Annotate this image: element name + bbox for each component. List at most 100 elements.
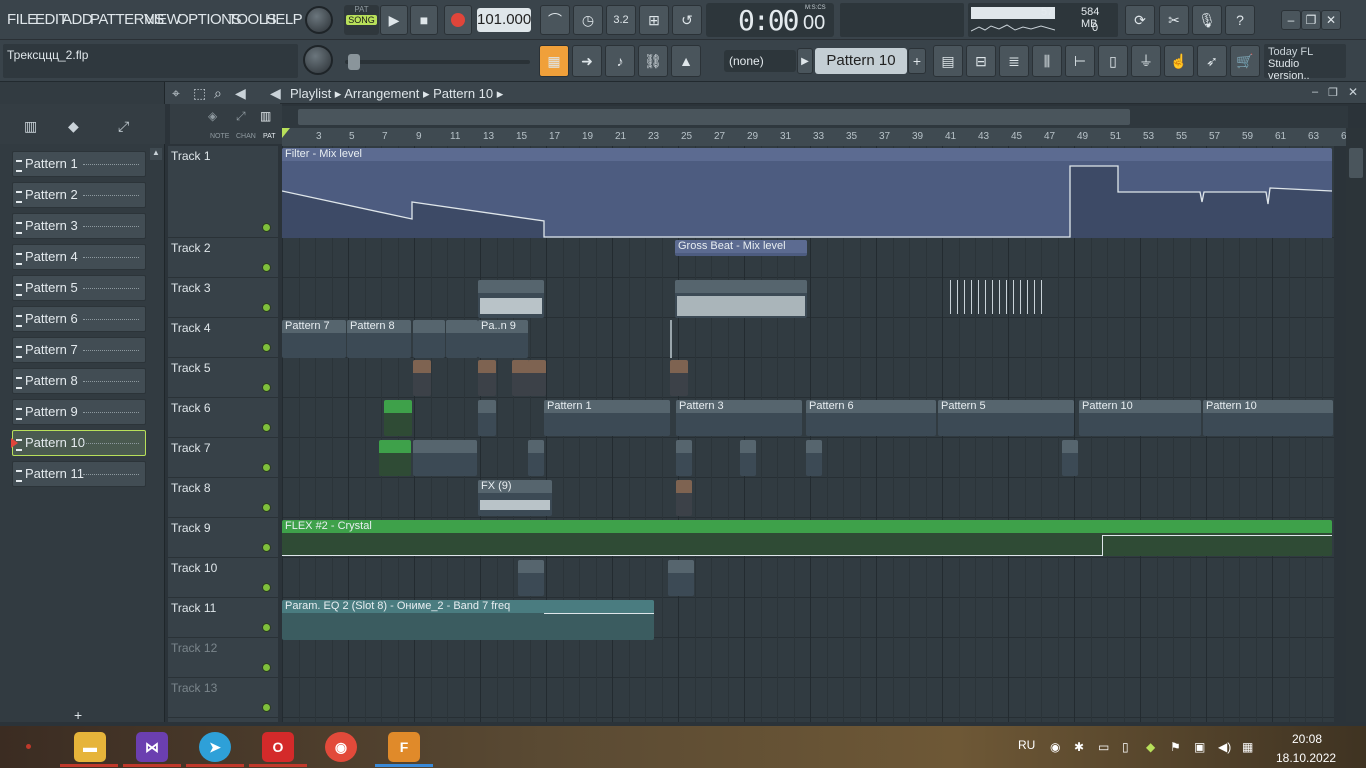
pattern-clip[interactable]: [413, 440, 477, 476]
automation-icon[interactable]: ⤢: [118, 118, 129, 135]
track-mute-led[interactable]: [262, 423, 271, 432]
clock-date[interactable]: 18.10.2022: [1276, 751, 1336, 765]
pattern-clip[interactable]: [740, 440, 756, 476]
playhead-marker-icon[interactable]: [282, 128, 290, 138]
pattern-clip[interactable]: [1062, 440, 1078, 476]
track-mute-led[interactable]: [262, 543, 271, 552]
track-header[interactable]: Track 9: [168, 518, 278, 558]
pattern-10-clip[interactable]: Pattern 10: [1203, 400, 1333, 436]
pl-restore-icon[interactable]: ❐: [1328, 86, 1338, 99]
pattern-item-10[interactable]: Pattern 10: [12, 430, 146, 456]
tree-icon[interactable]: ⊢: [1065, 45, 1095, 77]
arrow-icon[interactable]: ➜: [572, 45, 602, 77]
link-icon[interactable]: ⛓: [638, 45, 668, 77]
picker-scroll-up[interactable]: ▲: [150, 148, 162, 160]
track-mute-led[interactable]: [262, 383, 271, 392]
channel-select[interactable]: (none): [724, 50, 796, 72]
sample-clip[interactable]: [528, 360, 546, 396]
opera-icon[interactable]: O: [262, 732, 294, 762]
pattern-clip[interactable]: [478, 400, 496, 436]
pattern-9-clip[interactable]: Pa..n 9: [478, 320, 528, 358]
language-indicator[interactable]: RU: [1018, 738, 1035, 752]
green-auto-clip[interactable]: [379, 440, 411, 476]
track-lane[interactable]: [282, 638, 1334, 678]
gross-beat-clip[interactable]: Gross Beat - Mix level: [675, 240, 807, 256]
flex-automation-clip[interactable]: FLEX #2 - Crystal: [282, 520, 1332, 556]
help-icon[interactable]: ?: [1225, 5, 1255, 35]
track-mute-led[interactable]: [262, 703, 271, 712]
vertical-scrollbar[interactable]: [1346, 128, 1366, 722]
pattern-clip[interactable]: [528, 440, 544, 476]
track-mute-led[interactable]: [262, 263, 271, 272]
track-header[interactable]: Track 7: [168, 438, 278, 478]
tab-note[interactable]: NOTE: [210, 133, 229, 140]
step-seq-icon[interactable]: ≣: [999, 45, 1029, 77]
track-lane[interactable]: [282, 278, 1334, 318]
pattern-item-7[interactable]: Pattern 7: [12, 337, 146, 363]
pattern-5-clip[interactable]: Pattern 5: [938, 400, 1074, 436]
stamp-icon[interactable]: ▲: [671, 45, 701, 77]
track-mute-led[interactable]: [262, 223, 271, 232]
pattern-item-5[interactable]: Pattern 5: [12, 275, 146, 301]
pattern-8-clip[interactable]: Pattern 8: [347, 320, 411, 358]
vscroll-handle[interactable]: [1349, 148, 1363, 178]
pattern-select[interactable]: Pattern 10: [815, 48, 907, 74]
pattern-clip[interactable]: [446, 320, 478, 358]
news-panel[interactable]: Today FL Studio version..: [1264, 44, 1346, 82]
track-lane[interactable]: [282, 678, 1334, 718]
visual-studio-icon[interactable]: ⋈: [136, 732, 168, 762]
overview-strip[interactable]: [282, 106, 1348, 128]
pattern-item-3[interactable]: Pattern 3: [12, 213, 146, 239]
tray-display-icon[interactable]: ▭: [1098, 740, 1109, 754]
breadcrumb-pattern[interactable]: Pattern 10: [433, 86, 493, 101]
tray-volume-icon[interactable]: ◀): [1218, 740, 1231, 754]
track-header[interactable]: Track 6: [168, 398, 278, 438]
fx-clip[interactable]: FX (9): [478, 480, 552, 516]
master-pitch-knob[interactable]: [303, 45, 333, 75]
microphone-icon[interactable]: 🎙: [1192, 5, 1222, 35]
send-icon[interactable]: ➶: [1197, 45, 1227, 77]
chrome-icon[interactable]: ◉: [325, 732, 357, 762]
sample-clip[interactable]: [670, 360, 688, 396]
piano-roll-icon[interactable]: ♪: [605, 45, 635, 77]
breadcrumb-arrangement[interactable]: Arrangement: [344, 86, 419, 101]
track-mute-led[interactable]: [262, 663, 271, 672]
wave-icon[interactable]: ◆: [68, 118, 79, 135]
tray-monitor-icon[interactable]: ▣: [1194, 740, 1205, 754]
track-mute-led[interactable]: [262, 303, 271, 312]
pattern-item-4[interactable]: Pattern 4: [12, 244, 146, 270]
track-header[interactable]: Track 1: [168, 146, 278, 238]
track-header[interactable]: Track 3: [168, 278, 278, 318]
faders-icon[interactable]: ⫼: [1032, 45, 1062, 77]
metronome-icon[interactable]: ⌒: [540, 5, 570, 35]
tray-flag-icon[interactable]: ⚑: [1170, 740, 1181, 754]
pattern-clip[interactable]: [676, 440, 692, 476]
stop-button[interactable]: ■: [410, 5, 438, 35]
pattern-6-clip[interactable]: Pattern 6: [806, 400, 936, 436]
restore-icon[interactable]: ❐: [1301, 10, 1321, 30]
position-slider-handle[interactable]: [348, 54, 360, 70]
playback-icon[interactable]: ◀: [270, 85, 281, 102]
track-mute-led[interactable]: [262, 503, 271, 512]
pattern-item-8[interactable]: Pattern 8: [12, 368, 146, 394]
overview-scroll-handle[interactable]: [298, 109, 1130, 125]
pattern-item-6[interactable]: Pattern 6: [12, 306, 146, 332]
green-clip[interactable]: [384, 400, 412, 436]
track-header[interactable]: Track 10: [168, 558, 278, 598]
pl-close-icon[interactable]: ✕: [1348, 85, 1358, 99]
master-volume-knob[interactable]: [305, 6, 333, 34]
tray-network-icon[interactable]: ✱: [1074, 740, 1084, 754]
sample-clip[interactable]: [668, 560, 694, 596]
pattern-prev-icon[interactable]: ▶: [797, 48, 813, 74]
arrangement-grid[interactable]: Filter - Mix level Gross Beat - Mix level…: [282, 146, 1334, 722]
piano-icon[interactable]: ▥: [24, 118, 37, 135]
track-mute-led[interactable]: [262, 343, 271, 352]
pattern-clip[interactable]: [806, 440, 822, 476]
plugin-icon[interactable]: ⏚: [1131, 45, 1161, 77]
tab-pat[interactable]: PAT: [263, 133, 276, 140]
add-track-icon[interactable]: +: [74, 707, 82, 723]
speaker-icon[interactable]: ◀: [235, 85, 246, 102]
countdown-icon[interactable]: 3.2: [606, 5, 636, 35]
sample-clip[interactable]: [518, 560, 544, 596]
tray-keyboard-icon[interactable]: ▦: [1242, 740, 1253, 754]
